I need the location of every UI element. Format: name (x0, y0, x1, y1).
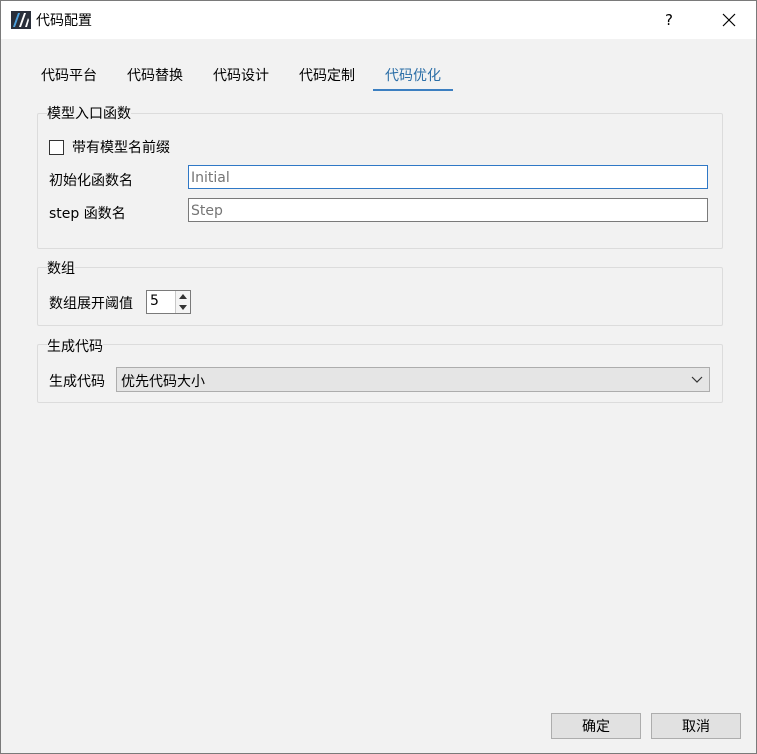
code-config-dialog: 代码配置 ? 代码平台 代码替换 代码设计 代码定制 代码优化 模型入口函数 带… (0, 0, 757, 754)
tab-code-replacement[interactable]: 代码替换 (115, 59, 195, 89)
close-icon (722, 13, 736, 27)
arrow-down-icon (179, 305, 187, 310)
tab-code-design[interactable]: 代码设计 (201, 59, 281, 89)
title-bar: 代码配置 ? (1, 1, 756, 39)
array-threshold-value[interactable]: 5 (150, 293, 159, 309)
spin-buttons (175, 291, 190, 313)
tab-code-customization[interactable]: 代码定制 (287, 59, 367, 89)
ok-button[interactable]: 确定 (551, 713, 641, 739)
prefix-checkbox-label: 带有模型名前缀 (72, 140, 170, 156)
array-group-title: 数组 (47, 258, 75, 278)
init-function-label: 初始化函数名 (49, 173, 133, 189)
arrow-up-icon (179, 294, 187, 299)
tab-code-platform[interactable]: 代码平台 (29, 59, 109, 89)
codegen-selected-value: 优先代码大小 (121, 374, 205, 390)
step-function-label: step 函数名 (49, 206, 126, 222)
prefix-checkbox[interactable] (49, 139, 64, 155)
help-button[interactable]: ? (646, 1, 692, 39)
init-function-input[interactable] (188, 165, 708, 189)
prefix-checkbox-row[interactable]: 带有模型名前缀 (49, 137, 170, 157)
step-function-input[interactable] (188, 198, 708, 222)
codegen-select[interactable]: 优先代码大小 (116, 367, 710, 392)
model-entry-group-title: 模型入口函数 (47, 103, 131, 123)
spin-down-button[interactable] (176, 302, 190, 313)
codegen-label: 生成代码 (49, 374, 105, 390)
array-group (37, 267, 723, 326)
app-logo-icon (11, 11, 31, 29)
codegen-group-title: 生成代码 (47, 336, 103, 356)
array-threshold-spinbox[interactable]: 5 (146, 290, 191, 314)
tab-bar: 代码平台 代码替换 代码设计 代码定制 代码优化 (29, 59, 459, 91)
window-title: 代码配置 (36, 13, 92, 29)
cancel-button[interactable]: 取消 (651, 713, 741, 739)
array-threshold-label: 数组展开阈值 (49, 296, 133, 312)
close-button[interactable] (706, 1, 752, 39)
chevron-down-icon (691, 376, 703, 383)
tab-code-optimization[interactable]: 代码优化 (373, 59, 453, 91)
